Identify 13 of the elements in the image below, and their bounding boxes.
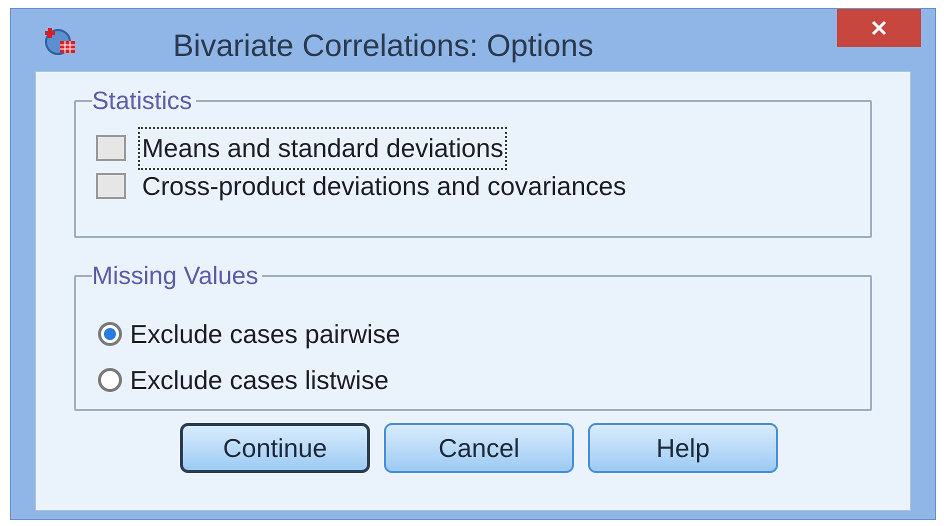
close-button[interactable] bbox=[837, 9, 921, 47]
dialog-button[interactable]: Help bbox=[588, 423, 778, 473]
checkbox-label[interactable]: Means and standard deviations bbox=[138, 126, 508, 170]
radio-label[interactable]: Exclude cases pairwise bbox=[130, 314, 400, 354]
dialog-button[interactable]: Continue bbox=[180, 423, 370, 473]
window-title: Bivariate Correlations: Options bbox=[173, 27, 594, 65]
radio-button[interactable] bbox=[98, 322, 122, 346]
radio-label[interactable]: Exclude cases listwise bbox=[130, 360, 389, 400]
checkbox[interactable] bbox=[96, 173, 126, 199]
close-icon bbox=[871, 20, 887, 36]
radio-button[interactable] bbox=[98, 368, 122, 392]
checkbox[interactable] bbox=[96, 135, 126, 161]
dialog-button[interactable]: Cancel bbox=[384, 423, 574, 473]
